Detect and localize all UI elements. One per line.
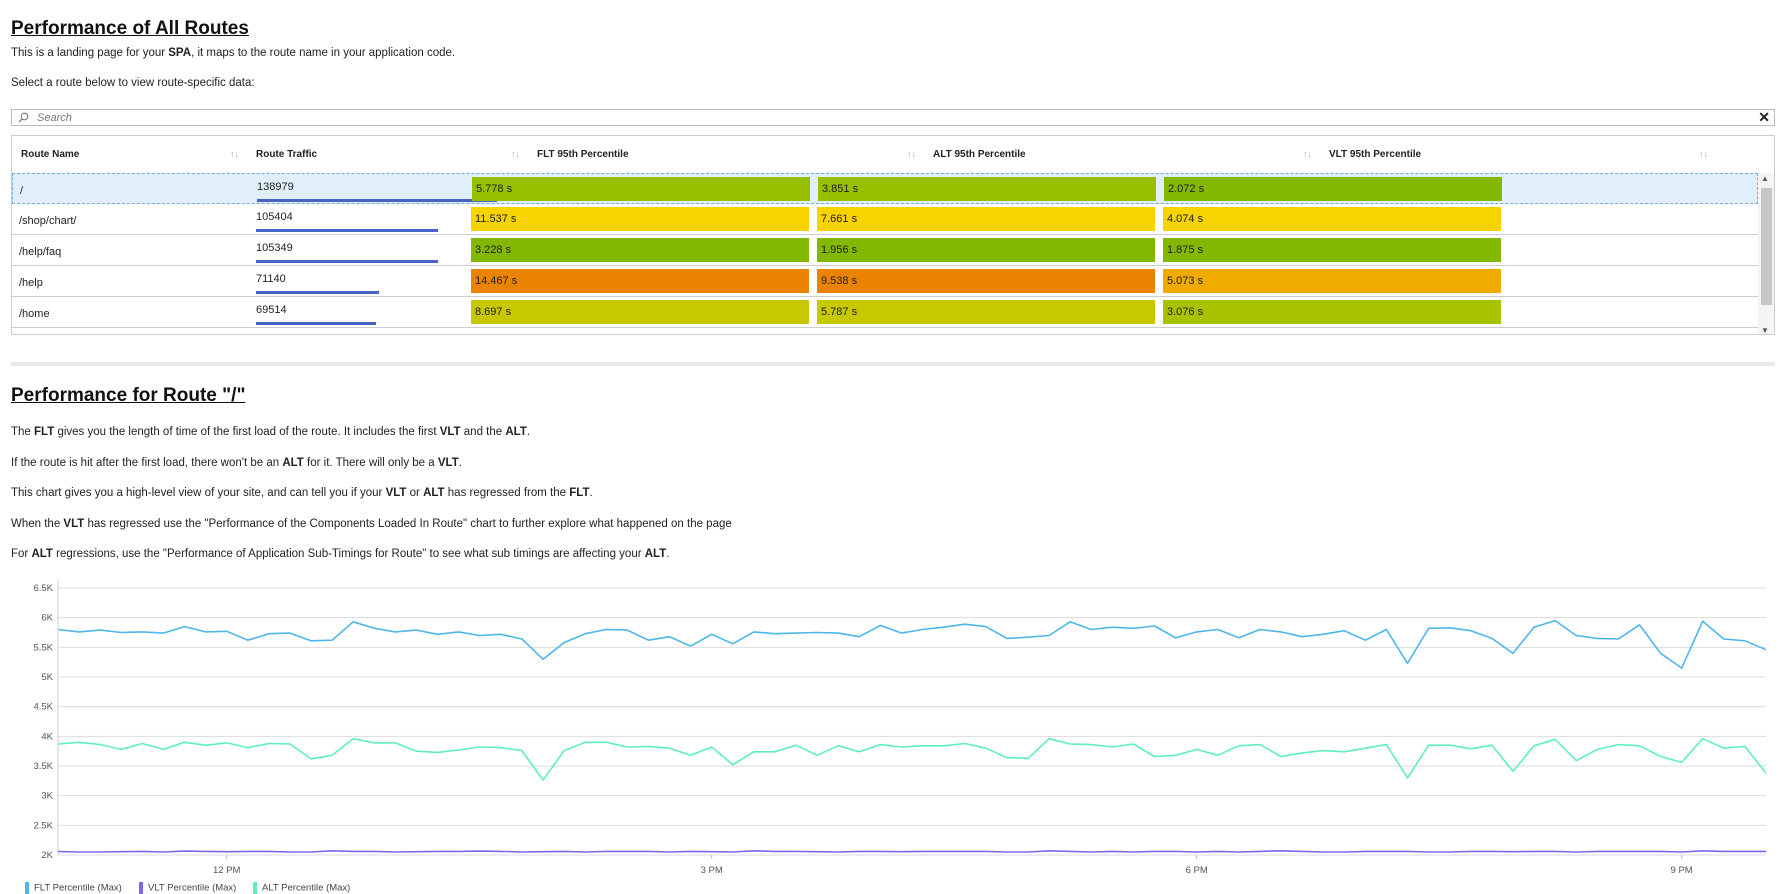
series-line-alt	[57, 737, 1767, 782]
x-tick-label: 12 PM	[213, 865, 241, 876]
route-performance-chart: 6.5K 6K 5.5K 5K 4.5K 4K 3.5K 3K 2.5K 2K 12 PM 3 PM 6…	[33, 580, 1767, 876]
series-line-vlt	[57, 849, 1766, 853]
y-tick-label: 2.5K	[33, 820, 53, 831]
y-tick-label: 6K	[41, 613, 53, 624]
x-tick-label: 6 PM	[1186, 865, 1208, 876]
y-tick-label: 4K	[41, 731, 53, 742]
x-tick-label: 9 PM	[1671, 865, 1693, 876]
legend-swatch	[139, 882, 143, 894]
y-tick-label: 2K	[41, 850, 53, 861]
series-line-flt	[57, 619, 1767, 669]
legend-item-vlt[interactable]: VLT Percentile (Max)	[139, 882, 236, 894]
x-tick-label: 3 PM	[701, 865, 723, 876]
y-tick-label: 3K	[41, 791, 53, 802]
y-tick-label: 6.5K	[33, 583, 53, 594]
y-tick-label: 5.5K	[33, 642, 53, 653]
legend-swatch	[25, 882, 29, 894]
legend-item-alt[interactable]: ALT Percentile (Max)	[253, 882, 350, 894]
legend-item-flt[interactable]: FLT Percentile (Max)	[25, 882, 122, 894]
y-tick-label: 4.5K	[33, 702, 53, 713]
y-tick-label: 3.5K	[33, 761, 53, 772]
legend-swatch	[253, 882, 257, 894]
y-tick-label: 5K	[41, 672, 53, 683]
